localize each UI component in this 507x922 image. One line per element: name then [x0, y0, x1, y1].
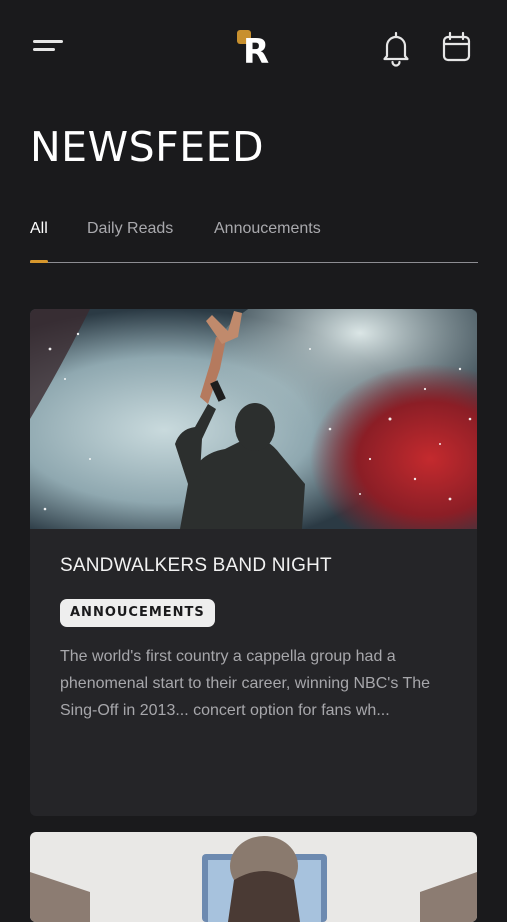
card-image: [30, 832, 477, 922]
card-image: [30, 309, 477, 529]
notifications-button[interactable]: [378, 28, 414, 68]
news-card[interactable]: [30, 832, 477, 922]
calendar-icon: [442, 31, 471, 62]
logo-letter: R: [243, 32, 270, 72]
card-description: The world's first country a cappella gro…: [60, 648, 431, 719]
category-badge: ANNOUCEMENTS: [60, 599, 215, 627]
feed-tabs: All Daily Reads Annoucements: [30, 215, 478, 265]
hamburger-menu-icon-line: [33, 48, 55, 51]
news-card[interactable]: SANDWALKERS BAND NIGHT ANNOUCEMENTS The …: [30, 309, 477, 816]
active-tab-indicator: [30, 260, 48, 263]
tabs-divider: [30, 262, 478, 263]
tab-all[interactable]: All: [30, 220, 48, 238]
card-title: SANDWALKERS BAND NIGHT: [60, 555, 332, 576]
hamburger-menu-icon: [33, 40, 63, 43]
tab-daily-reads[interactable]: Daily Reads: [87, 220, 173, 238]
page-title: NEWSFEED: [30, 123, 265, 171]
app-logo[interactable]: R: [235, 28, 275, 72]
calendar-button[interactable]: [438, 28, 474, 68]
top-bar: R: [0, 0, 507, 100]
tab-annoucements[interactable]: Annoucements: [214, 220, 321, 238]
menu-button[interactable]: [30, 36, 68, 58]
bell-icon: [383, 31, 409, 67]
